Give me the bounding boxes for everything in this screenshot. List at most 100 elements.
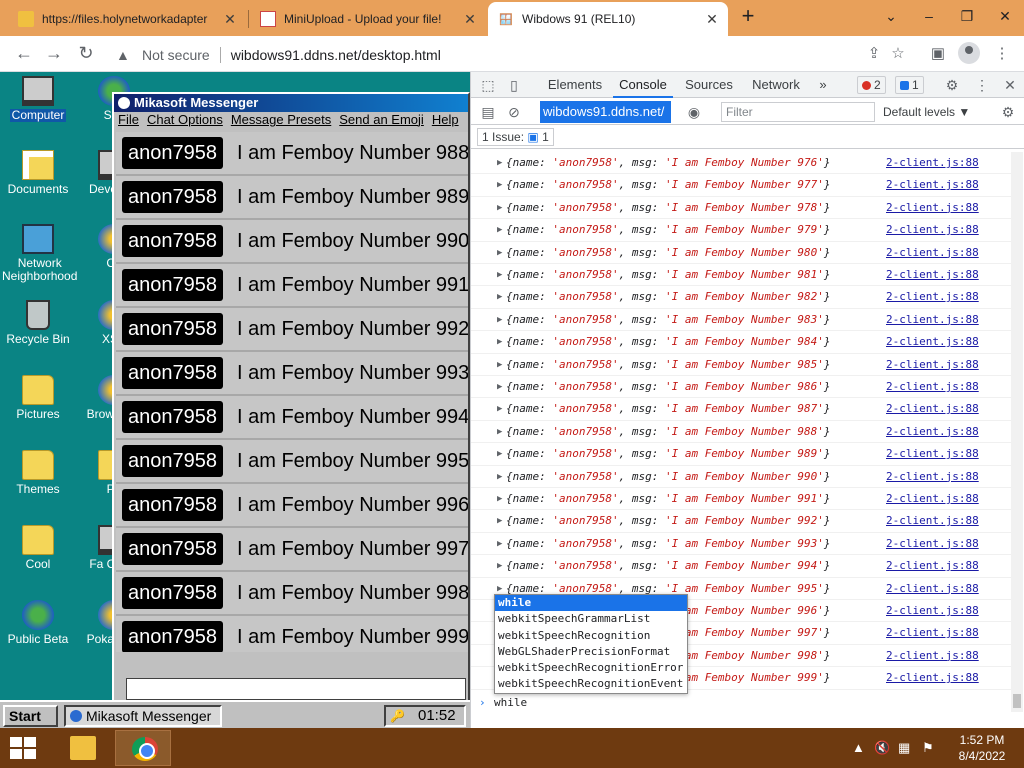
expand-arrow-icon[interactable]: ▶ xyxy=(497,152,502,174)
browser-tab-files[interactable]: https://files.holynetworkadapter ✕ xyxy=(8,2,246,36)
console-log-row[interactable]: ▶{name: 'anon7958', msg: 'I am Femboy Nu… xyxy=(471,219,1011,242)
expand-arrow-icon[interactable]: ▶ xyxy=(497,197,502,219)
logged-object[interactable]: {name: 'anon7958', msg: 'I am Femboy Num… xyxy=(506,466,831,488)
logged-object[interactable]: {name: 'anon7958', msg: 'I am Femboy Num… xyxy=(506,354,831,376)
logged-object[interactable]: {name: 'anon7958', msg: 'I am Femboy Num… xyxy=(506,421,831,443)
logged-object[interactable]: {name: 'anon7958', msg: 'I am Femboy Num… xyxy=(506,533,831,555)
console-log-row[interactable]: ▶{name: 'anon7958', msg: 'I am Femboy Nu… xyxy=(471,197,1011,220)
source-link[interactable]: 2-client.js:88 xyxy=(886,286,979,308)
source-link[interactable]: 2-client.js:88 xyxy=(886,510,979,532)
console-prompt[interactable]: › while xyxy=(471,692,1011,714)
logged-object[interactable]: {name: 'anon7958', msg: 'I am Femboy Num… xyxy=(506,219,831,241)
error-badge[interactable]: 2 xyxy=(857,76,886,94)
browser-tab-miniupload[interactable]: MiniUpload - Upload your file! ✕ xyxy=(250,2,486,36)
source-link[interactable]: 2-client.js:88 xyxy=(886,533,979,555)
windows-start-icon[interactable] xyxy=(10,737,38,759)
tab-network[interactable]: Network xyxy=(745,72,807,98)
expand-arrow-icon[interactable]: ▶ xyxy=(497,354,502,376)
issues-button[interactable]: 1 Issue: ▣ 1 xyxy=(477,128,554,146)
forward-icon[interactable]: → xyxy=(42,42,66,66)
security-label[interactable]: Not secure xyxy=(142,47,210,63)
source-link[interactable]: 2-client.js:88 xyxy=(886,242,979,264)
console-log-row[interactable]: ▶{name: 'anon7958', msg: 'I am Femboy Nu… xyxy=(471,466,1011,488)
console-log-row[interactable]: ▶{name: 'anon7958', msg: 'I am Femboy Nu… xyxy=(471,242,1011,264)
autocomplete-item[interactable]: while xyxy=(495,595,687,612)
device-toolbar-icon[interactable]: ▯ xyxy=(505,76,523,94)
console-log-row[interactable]: ▶{name: 'anon7958', msg: 'I am Femboy Nu… xyxy=(471,174,1011,197)
expand-arrow-icon[interactable]: ▶ xyxy=(497,219,502,241)
console-log-row[interactable]: ▶{name: 'anon7958', msg: 'I am Femboy Nu… xyxy=(471,286,1011,309)
expand-arrow-icon[interactable]: ▶ xyxy=(497,555,502,577)
console-log-row[interactable]: ▶{name: 'anon7958', msg: 'I am Femboy Nu… xyxy=(471,421,1011,444)
source-link[interactable]: 2-client.js:88 xyxy=(886,622,979,644)
settings-gear-icon[interactable]: ⚙ xyxy=(943,76,961,94)
logged-object[interactable]: {name: 'anon7958', msg: 'I am Femboy Num… xyxy=(506,242,831,264)
console-log-row[interactable]: ▶{name: 'anon7958', msg: 'I am Femboy Nu… xyxy=(471,443,1011,466)
console-log-row[interactable]: ▶{name: 'anon7958', msg: 'I am Femboy Nu… xyxy=(471,555,1011,578)
logged-object[interactable]: {name: 'anon7958', msg: 'I am Femboy Num… xyxy=(506,309,831,331)
menu-message-presets[interactable]: Message Presets xyxy=(227,112,335,128)
source-link[interactable]: 2-client.js:88 xyxy=(886,645,979,667)
message-input[interactable] xyxy=(126,678,466,700)
menu-chat-options[interactable]: Chat Options xyxy=(143,112,227,128)
logged-object[interactable]: {name: 'anon7958', msg: 'I am Femboy Num… xyxy=(506,510,831,532)
sidebar-toggle-icon[interactable]: ▤ xyxy=(479,103,497,121)
source-link[interactable]: 2-client.js:88 xyxy=(886,309,979,331)
file-explorer-button[interactable] xyxy=(54,730,110,766)
menu-help[interactable]: Help xyxy=(428,112,463,128)
chrome-taskbar-button[interactable] xyxy=(115,730,171,766)
console-settings-icon[interactable]: ⚙ xyxy=(999,103,1017,121)
expand-arrow-icon[interactable]: ▶ xyxy=(497,242,502,264)
expand-arrow-icon[interactable]: ▶ xyxy=(497,466,502,488)
logged-object[interactable]: {name: 'anon7958', msg: 'I am Femboy Num… xyxy=(506,197,831,219)
side-panel-icon[interactable]: ▣ xyxy=(926,42,950,66)
logged-object[interactable]: {name: 'anon7958', msg: 'I am Femboy Num… xyxy=(506,398,831,420)
console-log-row[interactable]: ▶{name: 'anon7958', msg: 'I am Femboy Nu… xyxy=(471,488,1011,511)
prompt-input[interactable]: while xyxy=(494,692,527,714)
console-log-row[interactable]: ▶{name: 'anon7958', msg: 'I am Femboy Nu… xyxy=(471,510,1011,533)
os-clock[interactable]: 1:52 PM 8/4/2022 xyxy=(950,732,1014,764)
address-bar[interactable]: ▲ Not secure wibdows91.ddns.net/desktop.… xyxy=(108,41,918,68)
share-icon[interactable]: ⇪ xyxy=(862,42,886,66)
reload-icon[interactable]: ↻ xyxy=(74,42,98,66)
live-expression-eye-icon[interactable]: ◉ xyxy=(685,103,703,121)
expand-arrow-icon[interactable]: ▶ xyxy=(497,443,502,465)
tab-elements[interactable]: Elements xyxy=(541,72,609,98)
bookmark-star-icon[interactable]: ☆ xyxy=(886,42,910,66)
context-select[interactable]: wibdows91.ddns.net/ ▼ xyxy=(540,101,671,141)
source-link[interactable]: 2-client.js:88 xyxy=(886,555,979,577)
console-scrollbar[interactable] xyxy=(1011,152,1023,712)
source-link[interactable]: 2-client.js:88 xyxy=(886,421,979,443)
logged-object[interactable]: {name: 'anon7958', msg: 'I am Femboy Num… xyxy=(506,443,831,465)
expand-arrow-icon[interactable]: ▶ xyxy=(497,331,502,353)
console-log-row[interactable]: ▶{name: 'anon7958', msg: 'I am Femboy Nu… xyxy=(471,331,1011,354)
autocomplete-item[interactable]: WebGLShaderPrecisionFormat xyxy=(495,644,687,660)
message-badge[interactable]: 1 xyxy=(895,76,924,94)
scrollbar-thumb[interactable] xyxy=(1013,694,1021,708)
expand-arrow-icon[interactable]: ▶ xyxy=(497,376,502,398)
source-link[interactable]: 2-client.js:88 xyxy=(886,466,979,488)
tab-search-button[interactable]: ⌄ xyxy=(872,0,910,34)
log-levels-dropdown[interactable]: Default levels ▼ xyxy=(883,102,970,122)
expand-arrow-icon[interactable]: ▶ xyxy=(497,533,502,555)
source-link[interactable]: 2-client.js:88 xyxy=(886,264,979,286)
source-link[interactable]: 2-client.js:88 xyxy=(886,197,979,219)
expand-arrow-icon[interactable]: ▶ xyxy=(497,286,502,308)
close-tab-icon[interactable]: ✕ xyxy=(222,11,238,28)
close-devtools-icon[interactable]: ✕ xyxy=(1001,76,1019,94)
desktop-icon-documents[interactable]: Documents xyxy=(0,150,76,196)
clear-console-icon[interactable]: ⊘ xyxy=(505,103,523,121)
taskbar-item-messenger[interactable]: Mikasoft Messenger xyxy=(64,705,222,727)
profile-avatar-icon[interactable] xyxy=(958,42,980,64)
start-button[interactable]: Start xyxy=(3,705,58,727)
source-link[interactable]: 2-client.js:88 xyxy=(886,354,979,376)
autocomplete-item[interactable]: webkitSpeechRecognitionError xyxy=(495,660,687,676)
logged-object[interactable]: {name: 'anon7958', msg: 'I am Femboy Num… xyxy=(506,376,831,398)
desktop-icon-network[interactable]: Network Neighborhood xyxy=(0,224,77,283)
back-icon[interactable]: ← xyxy=(12,42,36,66)
expand-arrow-icon[interactable]: ▶ xyxy=(497,421,502,443)
autocomplete-item[interactable]: webkitSpeechGrammarList xyxy=(495,611,687,627)
desktop-icon-cool[interactable]: Cool xyxy=(0,525,76,571)
console-log-row[interactable]: ▶{name: 'anon7958', msg: 'I am Femboy Nu… xyxy=(471,533,1011,556)
source-link[interactable]: 2-client.js:88 xyxy=(886,219,979,241)
